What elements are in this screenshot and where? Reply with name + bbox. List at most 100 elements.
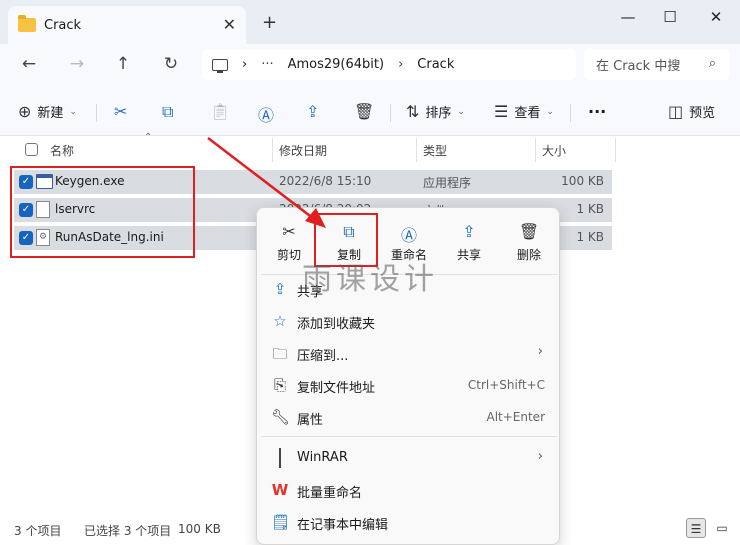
- column-divider[interactable]: [535, 138, 536, 162]
- search-input[interactable]: 在 Crack 中搜 ⌕: [584, 49, 730, 80]
- new-label: 新建: [37, 106, 64, 121]
- file-date: 2022/6/8 15:10: [279, 174, 372, 188]
- title-bar: Crack ✕ + — ☐ ✕: [0, 0, 740, 44]
- preview-button[interactable]: ◫ 预览: [668, 102, 715, 121]
- file-size: 1 KB: [576, 202, 604, 216]
- column-divider[interactable]: [272, 138, 273, 162]
- status-selection: 已选择 3 个项目: [84, 524, 172, 538]
- chevron-down-icon: ⌄: [69, 106, 77, 117]
- paste-icon: 📋︎: [210, 102, 231, 121]
- menu-item-edit-notepad[interactable]: 🗒︎ 在记事本中编辑: [257, 507, 559, 537]
- context-share-button[interactable]: ⇪ 共享: [439, 216, 499, 272]
- chevron-right-icon: ›: [537, 449, 543, 464]
- search-placeholder: 在 Crack 中搜: [596, 59, 681, 74]
- menu-item-winrar[interactable]: WinRAR ›: [257, 443, 559, 473]
- file-size: 1 KB: [576, 230, 604, 244]
- share-icon: ⇪: [462, 222, 476, 241]
- delete-button[interactable]: 🗑︎: [354, 102, 380, 121]
- address-field[interactable]: › ··· Amos29(64bit) › Crack: [202, 49, 576, 80]
- copy-icon: ⧉: [343, 222, 355, 241]
- menu-divider: [261, 436, 557, 437]
- select-all-checkbox[interactable]: [25, 143, 38, 156]
- context-delete-button[interactable]: 🗑︎ 删除: [499, 216, 559, 272]
- view-list-icon: ☰: [494, 102, 509, 121]
- copy-path-icon: ⎘: [273, 376, 286, 394]
- column-divider[interactable]: [615, 138, 616, 162]
- more-button[interactable]: ···: [588, 102, 606, 121]
- star-icon: ☆: [273, 312, 287, 330]
- sort-ascending-icon: ⌃: [144, 132, 153, 143]
- scissors-icon: ✂: [114, 102, 128, 121]
- menu-item-properties[interactable]: 🔧︎ 属性 Alt+Enter: [257, 402, 559, 432]
- status-selection-size: 100 KB: [178, 522, 221, 536]
- row-checkbox[interactable]: ✓: [19, 231, 33, 245]
- minimize-button[interactable]: —: [618, 8, 638, 26]
- close-window-button[interactable]: ✕: [706, 8, 726, 26]
- file-type: 应用程序: [423, 176, 472, 190]
- preview-pane-icon: ◫: [668, 102, 684, 121]
- tab-crack[interactable]: Crack ✕: [8, 6, 246, 44]
- sort-icon: ⇅: [406, 102, 420, 121]
- breadcrumb-separator: ›: [398, 57, 404, 72]
- breadcrumb-more[interactable]: ···: [261, 57, 273, 72]
- column-header-date[interactable]: 修改日期: [279, 137, 327, 163]
- breadcrumb-crack[interactable]: Crack: [417, 57, 454, 72]
- scissors-icon: ✂: [282, 222, 296, 241]
- wps-icon: W: [271, 481, 289, 499]
- breadcrumb-amos[interactable]: Amos29(64bit): [288, 57, 384, 72]
- folder-icon: [18, 15, 36, 32]
- view-label: 查看: [514, 106, 541, 121]
- menu-item-compress[interactable]: 🗀︎ 压缩到... ›: [257, 338, 559, 368]
- file-row[interactable]: ✓ Keygen.exe 2022/6/8 15:10 应用程序 100 KB: [14, 170, 612, 194]
- plus-circle-icon: ⊕: [18, 102, 32, 121]
- divider: [570, 104, 571, 122]
- forward-button[interactable]: →: [66, 54, 88, 74]
- row-checkbox[interactable]: ✓: [19, 203, 33, 217]
- rename-icon: Ⓐ: [400, 226, 417, 245]
- refresh-button[interactable]: ↻: [160, 54, 182, 74]
- menu-item-add-favorites[interactable]: ☆ 添加到收藏夹: [257, 306, 559, 336]
- notepad-icon: 🗒︎: [271, 513, 291, 531]
- column-divider[interactable]: [416, 138, 417, 162]
- status-item-count: 3 个项目: [14, 524, 62, 538]
- row-checkbox[interactable]: ✓: [19, 175, 33, 189]
- file-name: RunAsDate_lng.ini: [55, 230, 164, 244]
- column-header-size[interactable]: 大小: [542, 137, 566, 163]
- file-name: Keygen.exe: [55, 174, 125, 188]
- chevron-down-icon: ⌄: [546, 106, 554, 117]
- divider: [96, 104, 97, 122]
- menu-item-batch-rename[interactable]: W 批量重命名: [257, 475, 559, 505]
- trash-icon: 🗑︎: [354, 102, 375, 121]
- context-cut-button[interactable]: ✂ 剪切: [259, 216, 319, 272]
- share-icon: ⇪: [306, 102, 320, 121]
- file-size: 100 KB: [561, 174, 604, 188]
- rename-button[interactable]: Ⓐ: [258, 102, 280, 126]
- cut-button[interactable]: ✂: [114, 102, 133, 121]
- tab-title: Crack: [44, 17, 82, 33]
- close-tab-icon[interactable]: ✕: [223, 15, 236, 34]
- new-button[interactable]: ⊕ 新建 ⌄: [18, 102, 77, 121]
- up-button[interactable]: ↑: [112, 54, 134, 74]
- menu-item-copy-path[interactable]: ⎘ 复制文件地址 Ctrl+Shift+C: [257, 370, 559, 400]
- sort-button[interactable]: ⇅ 排序 ⌄: [406, 102, 465, 121]
- file-icon: [36, 201, 50, 218]
- wrench-icon: 🔧︎: [271, 408, 291, 426]
- maximize-button[interactable]: ☐: [660, 8, 680, 26]
- paste-button[interactable]: 📋︎: [210, 102, 236, 121]
- winrar-icon: [271, 448, 289, 468]
- column-header-name[interactable]: 名称: [50, 137, 74, 163]
- command-bar: ⊕ 新建 ⌄ ✂ ⧉ 📋︎ Ⓐ ⇪ 🗑︎ ⇅ 排序 ⌄ ☰ 查看 ⌄ ··· ◫…: [0, 86, 740, 136]
- tiles-view-button[interactable]: ▭: [712, 518, 732, 538]
- copy-button[interactable]: ⧉: [162, 102, 179, 122]
- file-name: lservrc: [55, 202, 96, 216]
- details-view-button[interactable]: ☰: [686, 518, 706, 538]
- context-copy-button[interactable]: ⧉ 复制: [319, 216, 379, 272]
- column-header-type[interactable]: 类型: [423, 137, 447, 163]
- computer-icon: [212, 58, 228, 73]
- back-button[interactable]: ←: [18, 54, 40, 74]
- view-button[interactable]: ☰ 查看 ⌄: [494, 102, 554, 121]
- share-button[interactable]: ⇪: [306, 102, 325, 121]
- context-rename-button[interactable]: Ⓐ 重命名: [379, 216, 439, 272]
- menu-item-share[interactable]: ⇪ 共享: [257, 274, 559, 304]
- new-tab-button[interactable]: +: [262, 12, 277, 33]
